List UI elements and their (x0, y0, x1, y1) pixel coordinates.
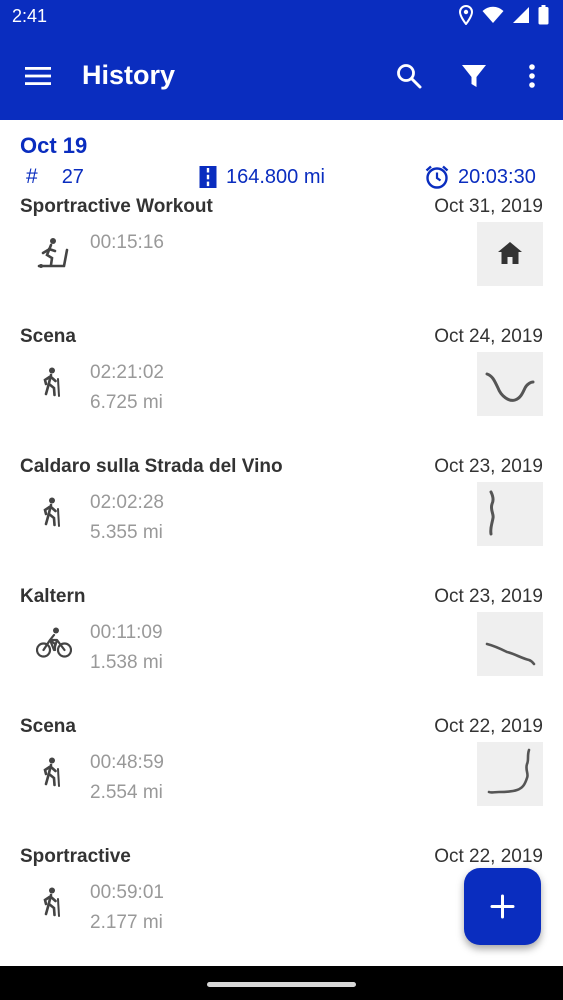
signal-icon (513, 7, 529, 23)
activity-duration: 00:48:59 (90, 752, 164, 773)
more-vert-icon (529, 64, 535, 88)
route-thumbnail (477, 352, 543, 416)
route-thumbnail (477, 222, 543, 286)
activity-distance: 5.355 mi (90, 522, 163, 543)
menu-icon (25, 67, 51, 85)
activity-date: Oct 24, 2019 (434, 326, 543, 347)
route-thumbnail (477, 482, 543, 546)
home-gesture-handle[interactable] (207, 982, 356, 987)
cycling-icon (35, 626, 73, 665)
hiking-icon (36, 366, 70, 405)
list-item[interactable]: Scena Oct 22, 2019 00:48:59 2.554 mi (0, 714, 563, 844)
summary-count: # 27 (26, 164, 84, 190)
hiking-icon (36, 886, 70, 925)
list-item[interactable]: Sportractive Workout Oct 31, 2019 00:15:… (0, 194, 563, 324)
wifi-icon (482, 6, 504, 23)
activity-duration: 00:11:09 (90, 622, 163, 643)
more-options-button[interactable] (522, 62, 542, 95)
plus-icon (490, 894, 515, 919)
activity-date: Oct 22, 2019 (434, 846, 543, 867)
activity-date: Oct 23, 2019 (434, 586, 543, 607)
summary-date: Oct 19 (20, 133, 88, 158)
app-bar: History (0, 34, 563, 120)
activity-distance: 2.177 mi (90, 912, 163, 933)
list-item[interactable]: Kaltern Oct 23, 2019 00:11:09 1.538 mi (0, 584, 563, 714)
list-item[interactable]: Scena Oct 24, 2019 02:21:02 6.725 mi (0, 324, 563, 454)
menu-button[interactable] (24, 64, 52, 88)
activity-duration: 02:21:02 (90, 362, 164, 383)
activity-distance: 2.554 mi (90, 782, 163, 803)
activity-duration: 02:02:28 (90, 492, 164, 513)
hiking-icon (36, 496, 70, 535)
system-nav-bar (0, 966, 563, 1000)
activity-date: Oct 23, 2019 (434, 456, 543, 477)
page-title: History (82, 60, 176, 90)
activity-name: Caldaro sulla Strada del Vino (20, 456, 283, 477)
summary-duration: 20:03:30 (424, 164, 536, 190)
status-icons (458, 5, 549, 25)
route-thumbnail (477, 742, 543, 806)
activity-date: Oct 31, 2019 (434, 196, 543, 217)
search-button[interactable] (395, 62, 423, 95)
summary-count-value: 27 (61, 165, 84, 188)
activity-list: Sportractive Workout Oct 31, 2019 00:15:… (0, 194, 563, 974)
activity-name: Scena (20, 326, 76, 347)
activity-distance: 6.725 mi (90, 392, 163, 413)
route-map (485, 372, 535, 402)
list-item[interactable]: Caldaro sulla Strada del Vino Oct 23, 20… (0, 454, 563, 584)
activity-name: Sportractive (20, 846, 131, 867)
filter-button[interactable] (460, 62, 488, 95)
search-icon (397, 64, 422, 89)
activity-date: Oct 22, 2019 (434, 716, 543, 737)
activity-duration: 00:59:01 (90, 882, 164, 903)
alarm-clock-icon (425, 165, 449, 189)
road-icon (199, 166, 217, 188)
status-time: 2:41 (12, 6, 48, 26)
route-map (487, 748, 531, 794)
hash-icon: # (26, 165, 38, 188)
hiking-icon (36, 756, 70, 795)
summary-duration-value: 20:03:30 (458, 165, 536, 188)
summary-distance-value: 164.800 mi (226, 165, 325, 188)
treadmill-icon (36, 236, 70, 275)
activity-name: Kaltern (20, 586, 86, 607)
filter-icon (462, 65, 486, 87)
activity-distance: 1.538 mi (90, 652, 163, 673)
summary-distance: 164.800 mi (198, 164, 325, 190)
home-icon (498, 242, 522, 264)
route-map (489, 490, 495, 536)
activity-name: Scena (20, 716, 76, 737)
status-bar: 2:41 (0, 0, 563, 34)
add-activity-button[interactable] (464, 868, 541, 945)
location-icon (458, 5, 474, 25)
activity-name: Sportractive Workout (20, 196, 213, 217)
route-thumbnail (477, 612, 543, 676)
month-summary: Oct 19 # 27 164.800 mi 20:03:30 (0, 120, 563, 194)
route-map (485, 642, 536, 666)
activity-duration: 00:15:16 (90, 232, 164, 253)
battery-icon (538, 5, 549, 25)
